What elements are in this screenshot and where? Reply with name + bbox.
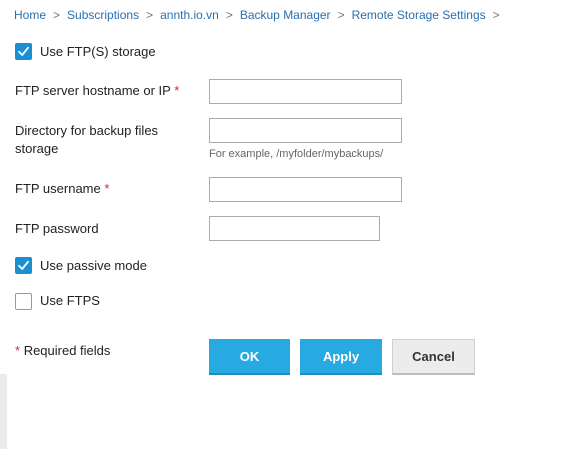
required-fields-note: * Required fields: [15, 343, 110, 358]
cancel-button[interactable]: Cancel: [392, 339, 475, 375]
passive-mode-label: Use passive mode: [40, 258, 147, 273]
breadcrumb-domain[interactable]: annth.io.vn: [160, 8, 219, 22]
required-fields-text: Required fields: [23, 343, 111, 358]
apply-button[interactable]: Apply: [300, 339, 382, 375]
side-panel-handle[interactable]: [0, 374, 7, 449]
breadcrumb-separator: >: [146, 8, 154, 22]
use-ftp-storage-checkbox[interactable]: [15, 43, 32, 60]
breadcrumb-remote-storage-settings[interactable]: Remote Storage Settings: [352, 8, 486, 22]
password-label: FTP password: [15, 221, 99, 236]
breadcrumb-separator: >: [225, 8, 233, 22]
username-label: FTP username *: [15, 180, 109, 198]
directory-input[interactable]: [209, 118, 402, 143]
username-input[interactable]: [209, 177, 402, 202]
username-label-text: FTP username: [15, 181, 101, 196]
required-marker: *: [15, 343, 21, 358]
breadcrumb-separator: >: [492, 8, 500, 22]
passive-mode-checkbox[interactable]: [15, 257, 32, 274]
use-ftps-label: Use FTPS: [40, 293, 100, 308]
use-ftp-storage-label: Use FTP(S) storage: [40, 44, 156, 59]
breadcrumb-subscriptions[interactable]: Subscriptions: [67, 8, 139, 22]
use-ftps-checkbox[interactable]: [15, 293, 32, 310]
required-marker: *: [104, 181, 110, 196]
required-marker: *: [174, 83, 180, 98]
breadcrumb: Home > Subscriptions > annth.io.vn > Bac…: [14, 7, 507, 23]
hostname-label: FTP server hostname or IP *: [15, 82, 179, 100]
directory-label: Directory for backup files storage: [15, 123, 159, 156]
breadcrumb-home[interactable]: Home: [14, 8, 46, 22]
breadcrumb-separator: >: [337, 8, 345, 22]
ok-button[interactable]: OK: [209, 339, 290, 375]
breadcrumb-separator: >: [53, 8, 61, 22]
hostname-label-text: FTP server hostname or IP: [15, 83, 171, 98]
checkmark-icon: [18, 46, 29, 56]
breadcrumb-backup-manager[interactable]: Backup Manager: [240, 8, 331, 22]
directory-hint: For example, /myfolder/mybackups/: [209, 148, 384, 160]
hostname-input[interactable]: [209, 79, 402, 104]
checkmark-icon: [18, 260, 29, 270]
password-input[interactable]: [209, 216, 380, 241]
